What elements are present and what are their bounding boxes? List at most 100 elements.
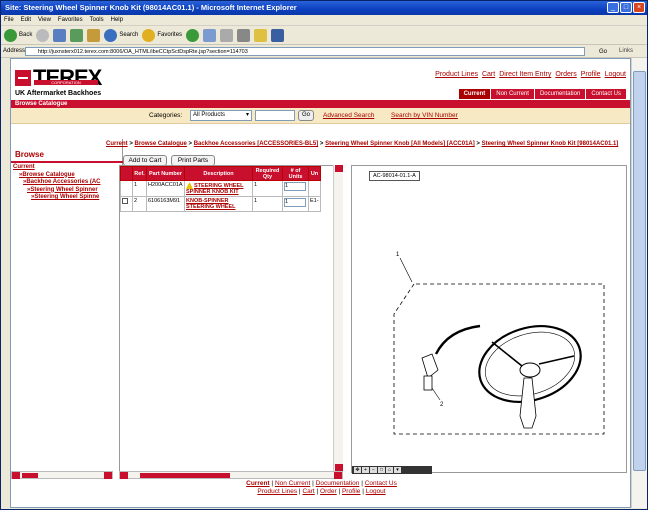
stop-icon[interactable] <box>53 28 67 42</box>
footer-product-lines-link[interactable]: Product Lines <box>257 488 297 495</box>
scroll-up-icon[interactable] <box>335 165 343 172</box>
breadcrumb-spinner-knob[interactable]: Steering Wheel Spinner Knob [All Models]… <box>325 141 475 147</box>
search-button[interactable]: Search <box>104 28 138 42</box>
zoom-fit-icon[interactable]: □ <box>378 467 385 473</box>
row-checkbox[interactable] <box>122 198 128 204</box>
link-cart[interactable]: Cart <box>482 71 495 78</box>
scroll-thumb[interactable] <box>22 473 38 478</box>
footer-order-link[interactable]: Order <box>320 488 337 495</box>
link-direct-item-entry[interactable]: Direct Item Entry <box>499 71 551 78</box>
footer-profile-link[interactable]: Profile <box>342 488 360 495</box>
scroll-down-icon[interactable] <box>335 464 343 471</box>
folder-icon[interactable] <box>254 28 268 42</box>
zoom-out-icon[interactable]: − <box>370 467 377 473</box>
tree-item-spinner-knob[interactable]: »Steering Wheel Spinner <box>13 187 100 195</box>
units-input[interactable]: 1 <box>284 198 306 207</box>
forward-arrow-icon[interactable] <box>36 28 50 42</box>
scroll-right-icon[interactable] <box>104 472 112 479</box>
scroll-left-icon[interactable] <box>12 472 20 479</box>
zoom-in-icon[interactable]: + <box>362 467 369 473</box>
scroll-thumb[interactable] <box>140 473 230 478</box>
tree-item-current[interactable]: Current <box>13 164 100 172</box>
ref-cell: 1 <box>132 180 147 197</box>
vin-search-link[interactable]: Search by VIN Number <box>391 112 458 119</box>
menu-favorites[interactable]: Favorites <box>58 15 83 25</box>
search-input[interactable] <box>255 110 295 121</box>
advanced-search-link[interactable]: Advanced Search <box>323 112 374 119</box>
parts-table: Ref. Part Number Description Required Qt… <box>120 166 321 212</box>
breadcrumb-spinner-knob-kit[interactable]: Steering Wheel Spinner Knob Kit [98014AC… <box>482 141 619 147</box>
tab-current[interactable]: Current <box>458 89 491 99</box>
breadcrumb-current[interactable]: Current <box>106 141 128 147</box>
footer-documentation-link[interactable]: Documentation <box>316 480 360 487</box>
links-button[interactable]: Links <box>619 45 633 58</box>
browse-hscroll[interactable] <box>11 471 113 479</box>
media-icon[interactable] <box>186 28 200 42</box>
tab-documentation[interactable]: Documentation <box>534 89 586 99</box>
scroll-left-icon[interactable] <box>120 472 128 479</box>
home-view-icon[interactable]: ⌂ <box>386 467 393 473</box>
link-product-lines[interactable]: Product Lines <box>435 71 478 78</box>
maximize-button[interactable]: □ <box>620 2 632 13</box>
footer-cart-link[interactable]: Cart <box>302 488 314 495</box>
menu-arrow-icon[interactable]: ▾ <box>394 467 401 473</box>
units-input[interactable]: 1 <box>284 182 306 191</box>
footer-logout-link[interactable]: Logout <box>366 488 386 495</box>
description-link[interactable]: KNOB-SPINNER STEERING WHEEL <box>184 196 253 212</box>
minimize-button[interactable]: _ <box>607 2 619 13</box>
col-part-number: Part Number <box>146 166 185 181</box>
spinner-knob <box>421 353 439 379</box>
part-number-cell: 6106163M91 <box>146 196 185 212</box>
menu-help[interactable]: Help <box>111 15 123 25</box>
search-go-button[interactable]: Go <box>298 110 314 121</box>
breadcrumb-browse-catalogue[interactable]: Browse Catalogue <box>135 141 187 147</box>
parts-vscroll[interactable] <box>333 165 343 471</box>
categories-label: Categories: <box>149 112 183 119</box>
address-input[interactable]: http://juxnsterx012.terex.com:8006/OA_HT… <box>25 47 585 56</box>
tab-non-current[interactable]: Non Current <box>491 89 534 99</box>
mail-icon[interactable] <box>220 28 234 42</box>
tree-item-spinner-knob-kit[interactable]: »Steering Wheel Spinne <box>13 194 100 202</box>
refresh-icon[interactable] <box>70 28 84 42</box>
back-button[interactable]: Back <box>4 28 32 42</box>
parts-hscroll[interactable] <box>119 471 343 479</box>
description-link[interactable]: STEERING WHEEL SPINNER KNOB KIT <box>184 180 253 197</box>
menu-view[interactable]: View <box>38 15 51 25</box>
footer-non-current-link[interactable]: Non Current <box>275 480 310 487</box>
history-icon[interactable] <box>203 28 217 42</box>
footer-current-link[interactable]: Current <box>246 480 269 487</box>
messenger-icon[interactable] <box>271 28 285 42</box>
pan-icon[interactable]: ✥ <box>354 467 361 473</box>
print-icon[interactable] <box>237 28 251 42</box>
row-select-cell <box>120 196 133 212</box>
footer-contact-link[interactable]: Contact Us <box>365 480 397 487</box>
link-profile[interactable]: Profile <box>581 71 601 78</box>
menu-edit[interactable]: Edit <box>21 15 31 25</box>
table-row: 2 6106163M91 KNOB-SPINNER STEERING WHEEL… <box>120 196 321 212</box>
link-orders[interactable]: Orders <box>555 71 576 78</box>
knob-base <box>423 375 433 391</box>
corporation-label: CORPORATION <box>34 80 98 85</box>
steering-column <box>519 377 537 429</box>
close-button[interactable]: × <box>633 2 645 13</box>
tree-item-browse-catalogue[interactable]: »Browse Catalogue <box>13 172 100 180</box>
wheel-hub <box>519 362 541 378</box>
tree-item-backhoe-accessories[interactable]: »Backhoe Accessories (AC <box>13 179 100 187</box>
link-logout[interactable]: Logout <box>605 71 626 78</box>
terex-logo[interactable]: TEREX <box>15 65 102 91</box>
steering-wheel-diagram: 1 2 <box>393 252 605 435</box>
ref-cell: 2 <box>132 196 147 212</box>
tab-contact-us[interactable]: Contact Us <box>586 89 626 99</box>
favorites-button[interactable]: Favorites <box>142 28 182 42</box>
home-icon[interactable] <box>87 28 101 42</box>
footer-line-1: Current | Non Current | Documentation | … <box>246 480 397 487</box>
page-vscroll[interactable] <box>631 58 647 508</box>
categories-select[interactable]: All Products ▾ <box>190 110 252 121</box>
col-required-qty: Required Qty <box>252 166 283 181</box>
breadcrumb-backhoe-accessories[interactable]: Backhoe Accessories [ACCESSORIES-BL5] <box>194 141 319 147</box>
site-name: UK Aftermarket Backhoes <box>15 90 102 97</box>
scroll-right-icon[interactable] <box>334 472 342 479</box>
menu-tools[interactable]: Tools <box>90 15 104 25</box>
menu-file[interactable]: File <box>4 15 14 25</box>
scroll-thumb[interactable] <box>633 71 646 471</box>
